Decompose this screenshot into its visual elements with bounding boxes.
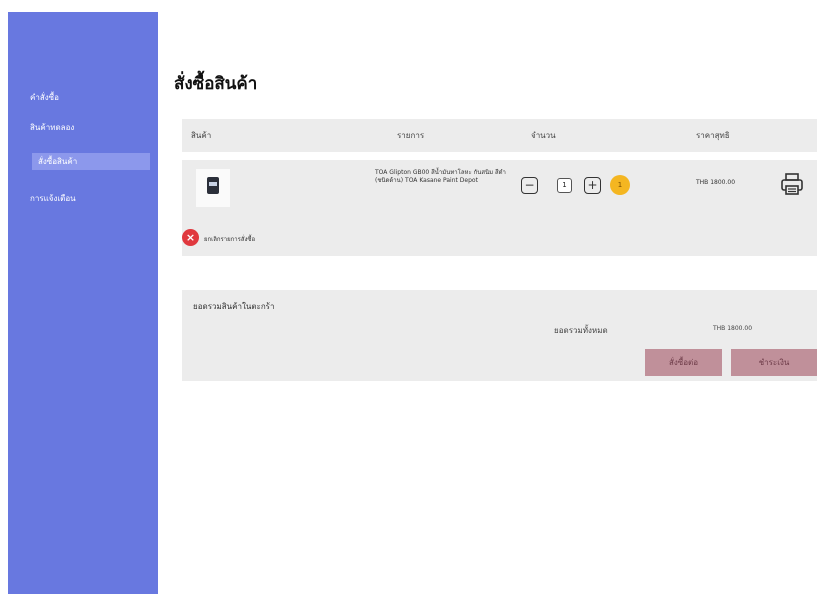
header-total: ราคาสุทธิ [696, 131, 730, 140]
sidebar-item-buy-products[interactable]: สั่งซื้อสินค้า [32, 153, 150, 170]
sidebar-item-trial-products[interactable]: สินค้าทดลอง [30, 121, 74, 134]
sidebar: คำสั่งซื้อ สินค้าทดลอง สั่งซื้อสินค้า กา… [8, 12, 158, 594]
page-title: สั่งซื้อสินค้า [174, 74, 258, 94]
summary-total-value: THB 1800.00 [713, 325, 753, 332]
sidebar-item-notifications[interactable]: การแจ้งเตือน [30, 192, 76, 205]
printer-icon[interactable] [780, 172, 804, 196]
product-image[interactable] [196, 169, 230, 207]
plus-icon[interactable]: + [584, 177, 601, 194]
summary-total-label: ยอดรวมทั้งหมด [554, 326, 608, 335]
header-product: สินค้า [191, 131, 212, 140]
sidebar-item-orders[interactable]: คำสั่งซื้อ [30, 91, 59, 104]
summary-title: ยอดรวมสินค้าในตะกร้า [193, 302, 275, 311]
header-quantity: จำนวน [531, 131, 556, 140]
remove-item-label[interactable]: ยกเลิกรายการสั่งซื้อ [204, 234, 255, 244]
quantity-badge: 1 [610, 175, 630, 195]
quantity-field[interactable]: 1 [557, 178, 572, 193]
item-price: THB 1800.00 [696, 179, 736, 186]
continue-order-button[interactable]: สั่งซื้อต่อ [645, 349, 722, 376]
cart-row: TOA Glipton GB00 สีน้ำมันทาโลหะ กันสนิม … [182, 160, 817, 256]
minus-icon[interactable]: − [521, 177, 538, 194]
table-header: สินค้า รายการ จำนวน ราคาสุทธิ [182, 119, 817, 152]
product-description: TOA Glipton GB00 สีน้ำมันทาโลหะ กันสนิม … [375, 169, 506, 184]
cart-summary: ยอดรวมสินค้าในตะกร้า ยอดรวมทั้งหมด THB 1… [182, 290, 817, 381]
close-icon[interactable]: × [182, 229, 199, 246]
checkout-button[interactable]: ชำระเงิน [731, 349, 817, 376]
header-details: รายการ [397, 131, 425, 140]
